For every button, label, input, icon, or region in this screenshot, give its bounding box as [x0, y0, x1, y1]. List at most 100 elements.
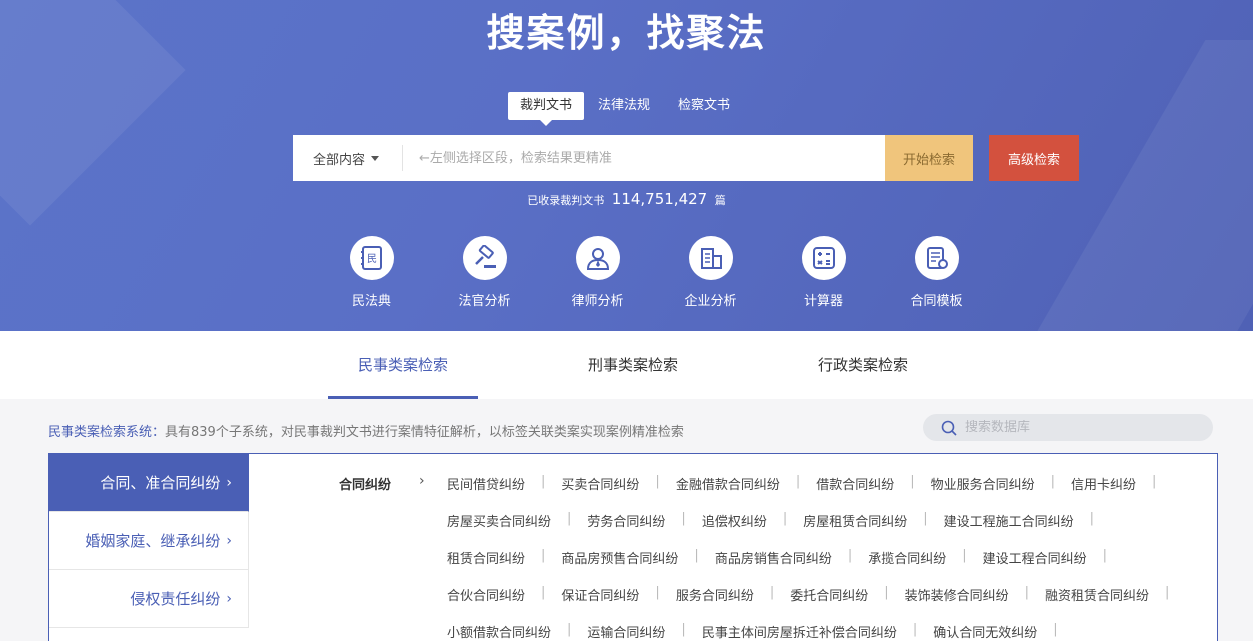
advanced-search-button[interactable]: 高级检索 [989, 135, 1079, 181]
subcategory-link[interactable]: 追偿权纠纷 [702, 511, 767, 548]
separator: | [655, 585, 660, 600]
count-value: 114,751,427 [611, 190, 708, 208]
subcategory-link[interactable]: 承揽合同纠纷 [868, 548, 946, 585]
separator: | [847, 548, 853, 563]
subcategory-row: 合伙合同纠纷 | 保证合同纠纷 | 服务合同纠纷 | 委托合同纠纷 | 装饰装修合同纠纷 | 融资租… [447, 585, 1207, 622]
subcategory-row: 租赁合同纠纷 | 商品房预售合同纠纷 | 商品房销售合同纠纷 | 承揽合同纠纷 | 建设工程合同… [447, 548, 1207, 585]
category-tort[interactable]: 侵权责任纠纷 › [49, 570, 249, 628]
database-search [923, 414, 1213, 441]
subcategory-link[interactable]: 金融借款合同纠纷 [676, 474, 780, 511]
civil-code-icon: 民 [349, 236, 394, 280]
tool-shortcuts: 民 民法典 法官分析 律师分析 企业分析 计算器 合同模板 [315, 236, 993, 309]
subcategory-link[interactable]: 民事主体间房屋拆迁补偿合同纠纷 [702, 622, 897, 641]
tab-laws[interactable]: 法律法规 [584, 92, 664, 120]
chevron-right-icon: › [226, 532, 232, 549]
tab-civil-cases[interactable]: 民事类案检索 [328, 331, 478, 399]
subcategory-link[interactable]: 建设工程施工合同纠纷 [944, 511, 1074, 548]
separator: | [681, 511, 686, 526]
tab-administrative-cases[interactable]: 行政类案检索 [788, 331, 938, 399]
subcategory-link[interactable]: 买卖合同纠纷 [561, 474, 639, 511]
scope-label: 全部内容 [313, 152, 366, 168]
tool-label: 合同模板 [910, 294, 963, 309]
subcategory-link[interactable]: 商品房销售合同纠纷 [715, 548, 832, 585]
scope-dropdown[interactable]: 全部内容 [293, 145, 403, 171]
category-family[interactable]: 婚姻家庭、继承纠纷 › [49, 512, 249, 570]
subcategory-link[interactable]: 小额借款合同纠纷 [447, 622, 551, 641]
tool-label: 律师分析 [571, 294, 624, 309]
count-prefix: 已收录裁判文书 [527, 194, 605, 207]
tool-company-analysis[interactable]: 企业分析 [654, 236, 767, 309]
subcategory-link[interactable]: 房屋买卖合同纠纷 [447, 511, 551, 548]
tool-judge-analysis[interactable]: 法官分析 [428, 236, 541, 309]
tab-procuratorate-docs[interactable]: 检察文书 [664, 92, 744, 120]
tab-criminal-cases[interactable]: 刑事类案检索 [558, 331, 708, 399]
building-icon [688, 236, 733, 280]
chevron-right-icon: › [226, 590, 232, 607]
separator: | [567, 622, 572, 637]
subcategory-link[interactable]: 运输合同纠纷 [587, 622, 665, 641]
separator: | [795, 474, 801, 489]
subcategory-link[interactable]: 合伙合同纠纷 [447, 585, 525, 622]
count-unit: 篇 [714, 194, 726, 207]
separator: | [884, 585, 889, 600]
separator: | [655, 474, 660, 489]
separator: | [567, 511, 572, 526]
separator: | [1089, 511, 1095, 526]
subcategory-link[interactable]: 劳务合同纠纷 [587, 511, 665, 548]
lawyer-icon [575, 236, 620, 280]
tool-lawyer-analysis[interactable]: 律师分析 [541, 236, 654, 309]
start-search-button[interactable]: 开始检索 [885, 135, 973, 181]
tool-calculator[interactable]: 计算器 [767, 236, 880, 309]
subcategory-link[interactable]: 物业服务合同纠纷 [931, 474, 1035, 511]
tool-label: 法官分析 [458, 294, 511, 309]
tool-label: 企业分析 [684, 294, 737, 309]
tool-contract-template[interactable]: 合同模板 [880, 236, 993, 309]
category-list: 合同、准合同纠纷 › 婚姻家庭、继承纠纷 › 侵权责任纠纷 › [49, 454, 249, 628]
description-title: 民事类案检索系统： [48, 425, 166, 440]
separator: | [1165, 585, 1170, 600]
subcategory-link[interactable]: 服务合同纠纷 [676, 585, 754, 622]
database-search-input[interactable] [965, 420, 1195, 435]
category-label: 合同、准合同纠纷 [100, 474, 221, 492]
case-type-tabs: 民事类案检索 刑事类案检索 行政类案检索 [0, 331, 1253, 399]
subcategory-heading[interactable]: 合同纠纷 [339, 474, 391, 493]
separator: | [541, 474, 546, 489]
subcategory-grid: 民间借贷纠纷 | 买卖合同纠纷 | 金融借款合同纠纷 | 借款合同纠纷 | 物业服务合同纠纷 | 信… [447, 474, 1207, 641]
caret-down-icon [371, 155, 380, 161]
separator: | [1053, 622, 1058, 637]
subcategory-link[interactable]: 确认合同无效纠纷 [933, 622, 1037, 641]
document-count: 已收录裁判文书 114,751,427 篇 [0, 190, 1253, 208]
tab-judgments[interactable]: 裁判文书 [508, 92, 585, 126]
subcategory-link[interactable]: 信用卡纠纷 [1071, 474, 1136, 511]
subcategory-link[interactable]: 商品房预售合同纠纷 [561, 548, 678, 585]
separator: | [962, 548, 967, 563]
calculator-icon [801, 236, 846, 280]
svg-text:民: 民 [367, 253, 377, 265]
subcategory-link[interactable]: 建设工程合同纠纷 [983, 548, 1087, 585]
separator: | [1050, 474, 1056, 489]
separator: | [694, 548, 699, 563]
tool-label: 计算器 [803, 294, 843, 309]
category-contract[interactable]: 合同、准合同纠纷 › [49, 454, 249, 512]
separator: | [1024, 585, 1030, 600]
subcategory-link[interactable]: 保证合同纠纷 [561, 585, 639, 622]
search-input[interactable] [403, 136, 885, 180]
separator: | [1152, 474, 1157, 489]
tool-civil-code[interactable]: 民 民法典 [315, 236, 428, 309]
subcategory-row: 房屋买卖合同纠纷 | 劳务合同纠纷 | 追偿权纠纷 | 房屋租赁合同纠纷 | 建设工程施工合同纠… [447, 511, 1207, 548]
subcategory-link[interactable]: 租赁合同纠纷 [447, 548, 525, 585]
search-bar: 全部内容 开始检索 [293, 135, 973, 181]
gavel-icon [462, 236, 507, 280]
separator: | [912, 622, 918, 637]
category-label: 侵权责任纠纷 [130, 590, 221, 608]
subcategory-link[interactable]: 房屋租赁合同纠纷 [803, 511, 907, 548]
subcategory-link[interactable]: 装饰装修合同纠纷 [905, 585, 1009, 622]
system-description: 民事类案检索系统：具有839个子系统，对民事裁判文书进行案情特征解析，以标签关联… [48, 421, 684, 440]
subcategory-link[interactable]: 民间借贷纠纷 [447, 474, 525, 511]
category-label: 婚姻家庭、继承纠纷 [85, 532, 221, 550]
subcategory-link[interactable]: 借款合同纠纷 [816, 474, 894, 511]
search-type-tabs: 裁判文书 法律法规 检察文书 [508, 92, 744, 126]
subcategory-link[interactable]: 融资租赁合同纠纷 [1045, 585, 1149, 622]
separator: | [541, 548, 546, 563]
subcategory-link[interactable]: 委托合同纠纷 [790, 585, 868, 622]
